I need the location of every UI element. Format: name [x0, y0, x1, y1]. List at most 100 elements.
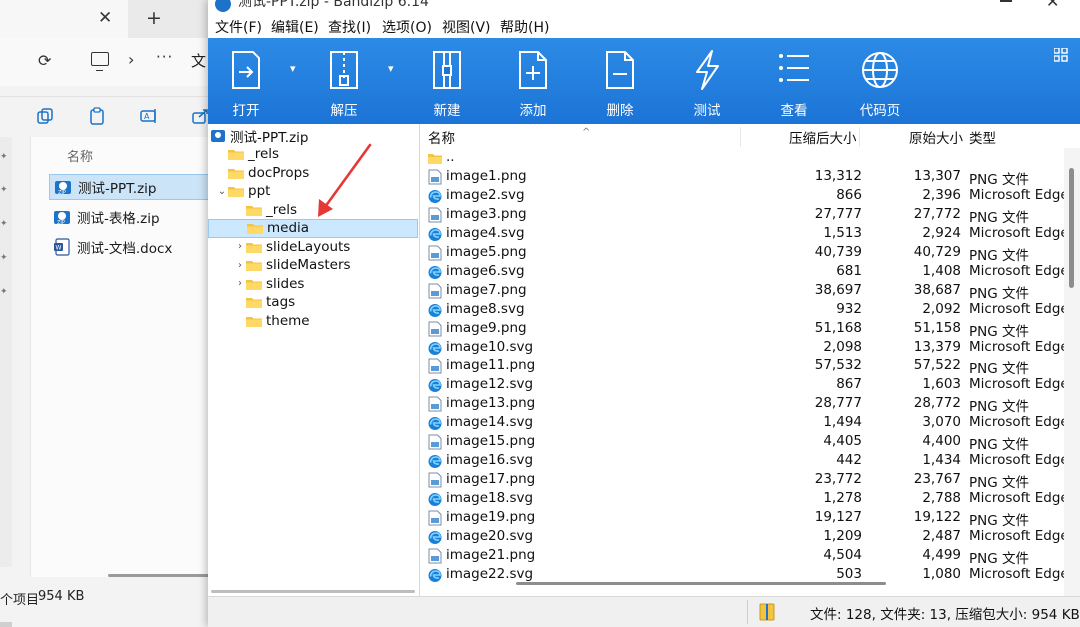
layout-grid-icon[interactable]	[1054, 48, 1068, 62]
file-row[interactable]: image12.svg 867 1,603 Microsoft Edge	[424, 375, 1064, 394]
column-header-compressed[interactable]: 压缩后大小	[789, 127, 857, 147]
view-button[interactable]: 查看	[756, 38, 832, 124]
folder-icon	[246, 205, 262, 216]
refresh-icon[interactable]: ⟳	[38, 51, 51, 70]
chevron-down-icon[interactable]: ▾	[290, 62, 296, 75]
file-row[interactable]: image7.png 38,697 38,687 PNG 文件	[424, 281, 1064, 302]
tree-item[interactable]: › slideMasters	[234, 256, 351, 275]
tree-item[interactable]: › slides	[234, 274, 304, 293]
file-row[interactable]: image11.png 57,532 57,522 PNG 文件	[424, 356, 1064, 377]
edge-icon	[428, 417, 442, 431]
file-item[interactable]: W 测试-文档.docx	[49, 234, 229, 260]
file-row[interactable]: image5.png 40,739 40,729 PNG 文件	[424, 243, 1064, 264]
menu-file[interactable]: 文件(F)	[215, 17, 262, 37]
title-bar[interactable]: 测试-PPT.zip - Bandizip 6.14 ✕	[208, 0, 1080, 14]
close-window-icon[interactable]: ✕	[1046, 0, 1059, 11]
extract-button[interactable]: 解压	[306, 38, 382, 124]
tree-item[interactable]: tags	[234, 293, 295, 312]
copy-icon[interactable]	[36, 107, 54, 125]
file-row[interactable]: image15.png 4,405 4,400 PNG 文件	[424, 432, 1064, 453]
tree-item[interactable]: 测试-PPT.zip	[210, 126, 309, 146]
original-size: 1,603	[922, 376, 961, 393]
chevron-right-icon[interactable]: ›	[128, 50, 134, 69]
toolbar-label: 解压	[330, 103, 358, 119]
rename-icon[interactable]: A	[140, 107, 158, 125]
expanded-chevron-icon[interactable]: ⌄	[216, 186, 228, 197]
file-row[interactable]: image17.png 23,772 23,767 PNG 文件	[424, 470, 1064, 491]
file-row[interactable]: image14.svg 1,494 3,070 Microsoft Edge	[424, 413, 1064, 432]
pin-icon[interactable]: ✦	[0, 219, 8, 229]
column-header-original[interactable]: 原始大小	[909, 127, 963, 147]
tree-item[interactable]: media	[208, 218, 418, 238]
file-row[interactable]: image2.svg 866 2,396 Microsoft Edge	[424, 186, 1064, 205]
original-size: 40,729	[913, 243, 961, 260]
file-row[interactable]: image4.svg 1,513 2,924 Microsoft Edge	[424, 224, 1064, 243]
minimize-icon[interactable]	[1000, 0, 1012, 2]
file-row[interactable]: image16.svg 442 1,434 Microsoft Edge	[424, 451, 1064, 470]
codepage-button[interactable]: 代码页	[842, 38, 918, 124]
file-row[interactable]: image10.svg 2,098 13,379 Microsoft Edge	[424, 338, 1064, 357]
file-item[interactable]: ZIP 测试-表格.zip	[49, 204, 229, 230]
pin-icon[interactable]: ✦	[0, 253, 8, 263]
archive-info-icon	[759, 603, 775, 621]
file-name: image15.png	[446, 433, 536, 450]
column-header-name[interactable]: 名称	[67, 146, 93, 165]
list-vertical-scrollbar[interactable]	[1064, 148, 1080, 596]
file-row[interactable]: image3.png 27,777 27,772 PNG 文件	[424, 205, 1064, 226]
this-pc-icon[interactable]	[91, 52, 109, 71]
file-row[interactable]: ..	[424, 148, 1064, 167]
delete-button[interactable]: 删除	[582, 38, 658, 124]
pin-icon[interactable]: ✦	[0, 185, 8, 195]
menu-find[interactable]: 查找(I)	[328, 17, 371, 37]
tree-item[interactable]: › slideLayouts	[234, 237, 350, 256]
file-row[interactable]: image9.png 51,168 51,158 PNG 文件	[424, 319, 1064, 340]
column-divider[interactable]	[740, 127, 741, 147]
tree-item[interactable]: _rels	[234, 200, 297, 219]
menu-edit[interactable]: 编辑(E)	[271, 17, 319, 37]
open-button[interactable]: 打开	[208, 38, 284, 124]
pin-icon[interactable]: ✦	[0, 287, 8, 297]
scrollbar-thumb[interactable]	[1069, 168, 1074, 288]
paste-icon[interactable]	[88, 107, 106, 125]
nav-selected-item[interactable]	[0, 622, 12, 627]
collapsed-chevron-icon[interactable]: ›	[234, 278, 246, 289]
close-tab-icon[interactable]: ✕	[98, 8, 112, 28]
explorer-tab[interactable]: ✕	[0, 0, 128, 38]
address-path-text[interactable]: 文	[191, 50, 206, 71]
file-row[interactable]: image18.svg 1,278 2,788 Microsoft Edge	[424, 489, 1064, 508]
compressed-size: 27,777	[814, 205, 862, 222]
test-button[interactable]: 测试	[669, 38, 745, 124]
file-item[interactable]: ZIP 测试-PPT.zip	[49, 174, 229, 200]
menu-help[interactable]: 帮助(H)	[500, 17, 549, 37]
new-tab-icon[interactable]: +	[146, 7, 162, 29]
collapsed-chevron-icon[interactable]: ›	[234, 260, 246, 271]
more-icon[interactable]: ···	[156, 48, 173, 66]
column-header-type[interactable]: 类型	[969, 127, 996, 147]
file-row[interactable]: image13.png 28,777 28,772 PNG 文件	[424, 394, 1064, 415]
menu-options[interactable]: 选项(O)	[382, 17, 432, 37]
tree-item[interactable]: ⌄ ppt	[216, 182, 271, 201]
file-row[interactable]: image19.png 19,127 19,122 PNG 文件	[424, 508, 1064, 529]
edge-icon	[428, 227, 442, 241]
toolbar-label: 删除	[606, 103, 634, 119]
file-row[interactable]: image21.png 4,504 4,499 PNG 文件	[424, 546, 1064, 567]
navigation-pane[interactable]: ✦ ✦ ✦ ✦ ✦	[0, 137, 12, 627]
tree-item[interactable]: _rels	[216, 145, 279, 164]
column-divider[interactable]	[859, 127, 860, 147]
list-horizontal-scrollbar[interactable]	[516, 582, 886, 585]
menu-view[interactable]: 视图(V)	[442, 17, 491, 37]
tree-item[interactable]: theme	[234, 311, 310, 330]
new-archive-button[interactable]: 新建	[409, 38, 485, 124]
file-row[interactable]: image20.svg 1,209 2,487 Microsoft Edge	[424, 527, 1064, 546]
column-header-name[interactable]: 名称	[428, 127, 455, 147]
pin-icon[interactable]: ✦	[0, 152, 8, 162]
explorer-command-bar: A	[0, 96, 230, 136]
chevron-down-icon[interactable]: ▾	[388, 62, 394, 75]
tree-horizontal-scrollbar[interactable]	[211, 590, 415, 593]
file-row[interactable]: image6.svg 681 1,408 Microsoft Edge	[424, 262, 1064, 281]
tree-item[interactable]: docProps	[216, 163, 309, 182]
file-row[interactable]: image1.png 13,312 13,307 PNG 文件	[424, 167, 1064, 188]
file-row[interactable]: image8.svg 932 2,092 Microsoft Edge	[424, 300, 1064, 319]
add-button[interactable]: 添加	[495, 38, 571, 124]
collapsed-chevron-icon[interactable]: ›	[234, 241, 246, 252]
